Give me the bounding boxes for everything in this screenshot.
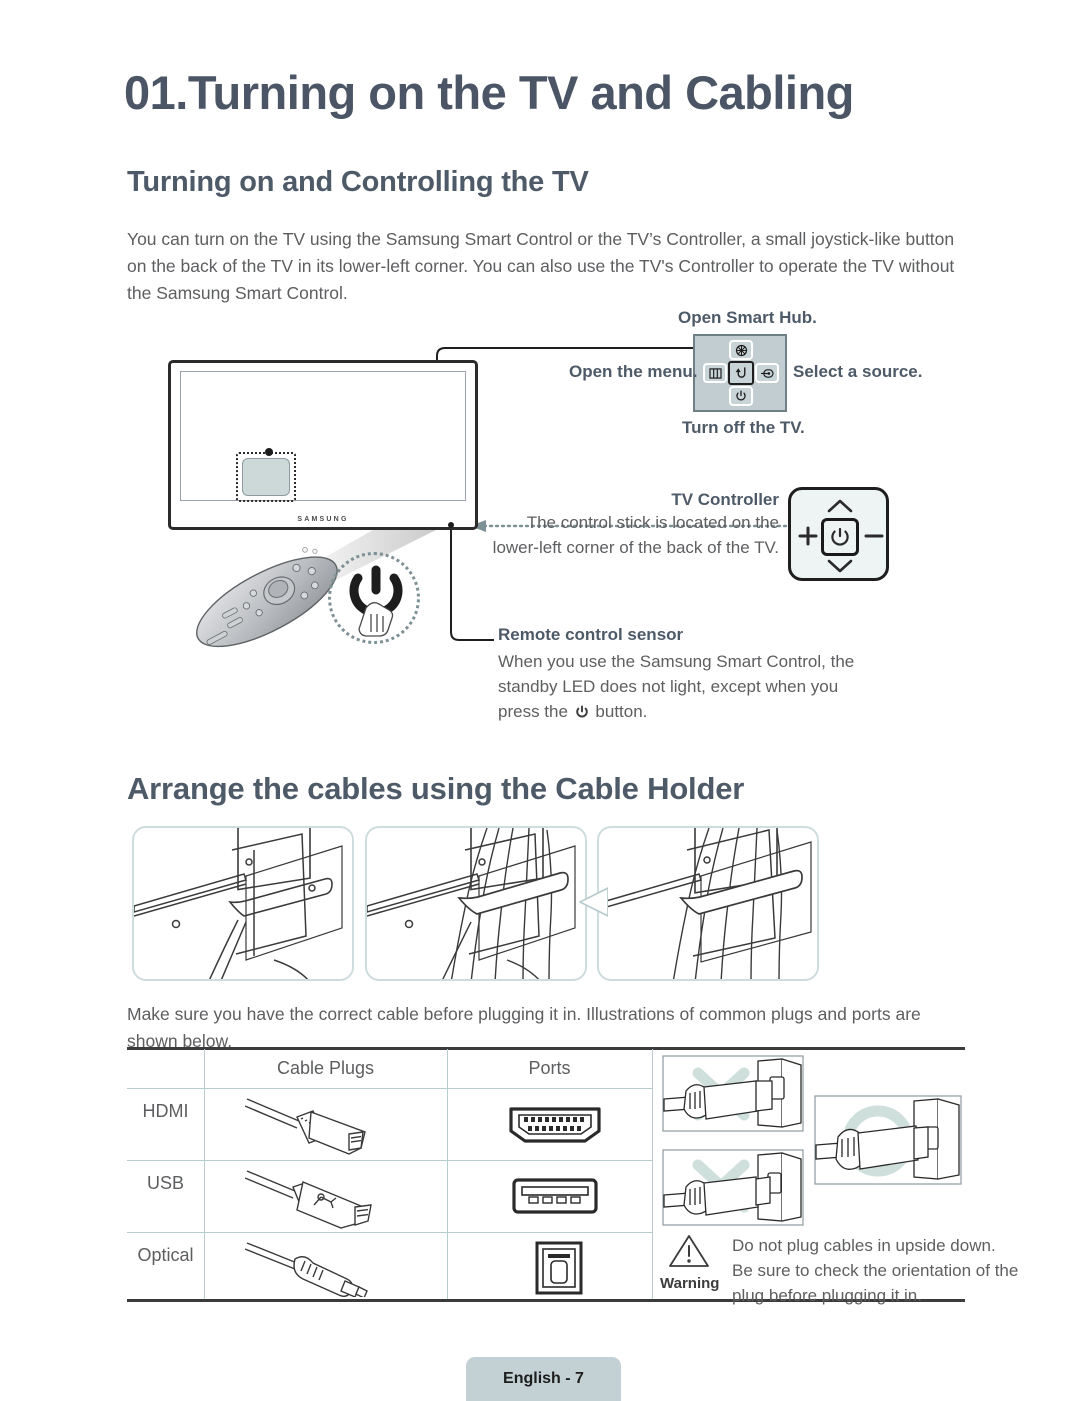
tv-controller-body: The control stick is located on the lowe… — [492, 513, 779, 557]
remote-sensor-line3-post: button. — [595, 702, 648, 721]
cable-holder-panels — [0, 826, 1080, 986]
correct-orientation — [814, 1095, 962, 1185]
tv-controller-stick-illustration — [788, 487, 889, 581]
table-row-label-hdmi: HDMI — [142, 1101, 189, 1121]
usb-plug-illustration — [245, 1170, 372, 1229]
callout-open-smart-hub: Open Smart Hub. — [678, 308, 817, 327]
warning-text: Do not plug cables in upside down. Be su… — [732, 1233, 1062, 1308]
tv-screen — [180, 371, 466, 501]
manual-page: 01.Turning on the TV and Cabling Turning… — [0, 0, 1080, 1401]
tv-controller-callout: TV Controller The control stick is locat… — [489, 490, 779, 560]
menu-button[interactable] — [703, 363, 727, 383]
smart-control-illustration — [196, 530, 436, 660]
table-hline-2 — [127, 1232, 652, 1233]
section-heading-cable-holder: Arrange the cables using the Cable Holde… — [127, 771, 745, 806]
power-icon — [575, 705, 588, 718]
tv-controller-highlight-area — [242, 458, 290, 496]
table-header-ports: Ports — [528, 1058, 571, 1078]
cable-holder-drawing-3 — [599, 828, 812, 979]
return-icon — [735, 367, 745, 378]
source-icon — [761, 368, 774, 378]
cable-holder-step-2 — [365, 826, 587, 981]
tv-controller-dpad — [693, 334, 787, 412]
return-button[interactable] — [728, 361, 754, 385]
chevron-down-icon — [827, 559, 853, 573]
table-vline-2 — [447, 1049, 448, 1299]
tv-controls-diagram: SAMSUNG Open Smart Hub. Open the menu. S… — [0, 300, 1080, 750]
table-row-label-optical: Optical — [137, 1245, 194, 1265]
warning-triangle-icon — [669, 1235, 709, 1267]
cable-holder-drawing-1 — [134, 828, 343, 979]
minus-icon — [864, 534, 884, 538]
power-off-button[interactable] — [729, 386, 753, 406]
power-button-press-icon — [349, 565, 403, 637]
standby-led-dot — [448, 522, 454, 528]
plus-icon — [798, 526, 818, 546]
tv-bezel: SAMSUNG — [168, 360, 478, 530]
remote-sensor-line3-pre: press the — [498, 702, 568, 721]
controller-power-button[interactable] — [821, 518, 859, 556]
warning-line-1: Do not plug cables in upside down. — [732, 1236, 996, 1255]
callout-open-the-menu: Open the menu. — [569, 362, 698, 381]
optical-plug-illustration — [245, 1242, 368, 1297]
optical-port-illustration — [535, 1241, 583, 1295]
warning-line-2: Be sure to check the orientation of the — [732, 1261, 1019, 1280]
callout-select-a-source: Select a source. — [793, 362, 923, 381]
table-header-cable-plugs: Cable Plugs — [276, 1058, 375, 1078]
cable-holder-drawing-2 — [367, 828, 576, 979]
chapter-title: 01.Turning on the TV and Cabling — [124, 66, 854, 119]
table-hline-header — [127, 1088, 652, 1089]
chevron-up-icon — [827, 499, 853, 513]
warning-label: Warning — [660, 1275, 720, 1292]
cable-holder-step-3 — [597, 826, 819, 981]
smart-hub-button[interactable] — [729, 340, 753, 360]
orientation-panels-svg — [662, 1055, 962, 1226]
remote-sensor-line3: press the button. — [498, 699, 878, 724]
callout-turn-off-the-tv: Turn off the TV. — [682, 418, 805, 437]
zoom-callout-arrow — [579, 887, 608, 917]
remote-sensor-line2: standby LED does not light, except when … — [498, 677, 839, 696]
table-row-label-usb: USB — [146, 1173, 184, 1193]
tv-brand-logo: SAMSUNG — [297, 516, 349, 523]
table-top-rule — [127, 1047, 965, 1050]
intro-paragraph: You can turn on the TV using the Samsung… — [127, 229, 955, 303]
remote-sensor-line1: When you use the Samsung Smart Control, … — [498, 652, 855, 671]
wrong-orientation-2 — [662, 1149, 804, 1226]
menu-icon — [708, 367, 722, 379]
table-vline-3 — [652, 1049, 653, 1299]
tv-controller-title: TV Controller — [671, 490, 779, 509]
wrong-orientation-1 — [662, 1055, 804, 1132]
section-heading-turning-on: Turning on and Controlling the TV — [127, 166, 589, 198]
remote-sensor-callout: Remote control sensor When you use the S… — [498, 625, 878, 724]
controller-anchor-dot — [265, 448, 273, 456]
table-hline-1 — [127, 1160, 652, 1161]
power-icon — [831, 527, 849, 546]
hdmi-port-illustration — [509, 1107, 601, 1143]
source-button[interactable] — [755, 363, 779, 383]
cable-plug-port-table: Cable Plugs Ports HDMI USB Optical Warni… — [127, 1047, 1018, 1305]
warning-line-3: plug before plugging it in. — [732, 1286, 922, 1305]
warning-icon-group: Warning — [660, 1233, 720, 1292]
page-footer-badge: English - 7 — [466, 1357, 621, 1401]
power-icon — [736, 390, 746, 401]
table-vline-1 — [204, 1049, 205, 1299]
usb-port-illustration — [512, 1178, 598, 1214]
cable-holder-step-1 — [132, 826, 354, 981]
hdmi-plug-illustration — [245, 1098, 366, 1155]
smart-hub-icon — [735, 344, 747, 356]
remote-sensor-title: Remote control sensor — [498, 625, 684, 644]
